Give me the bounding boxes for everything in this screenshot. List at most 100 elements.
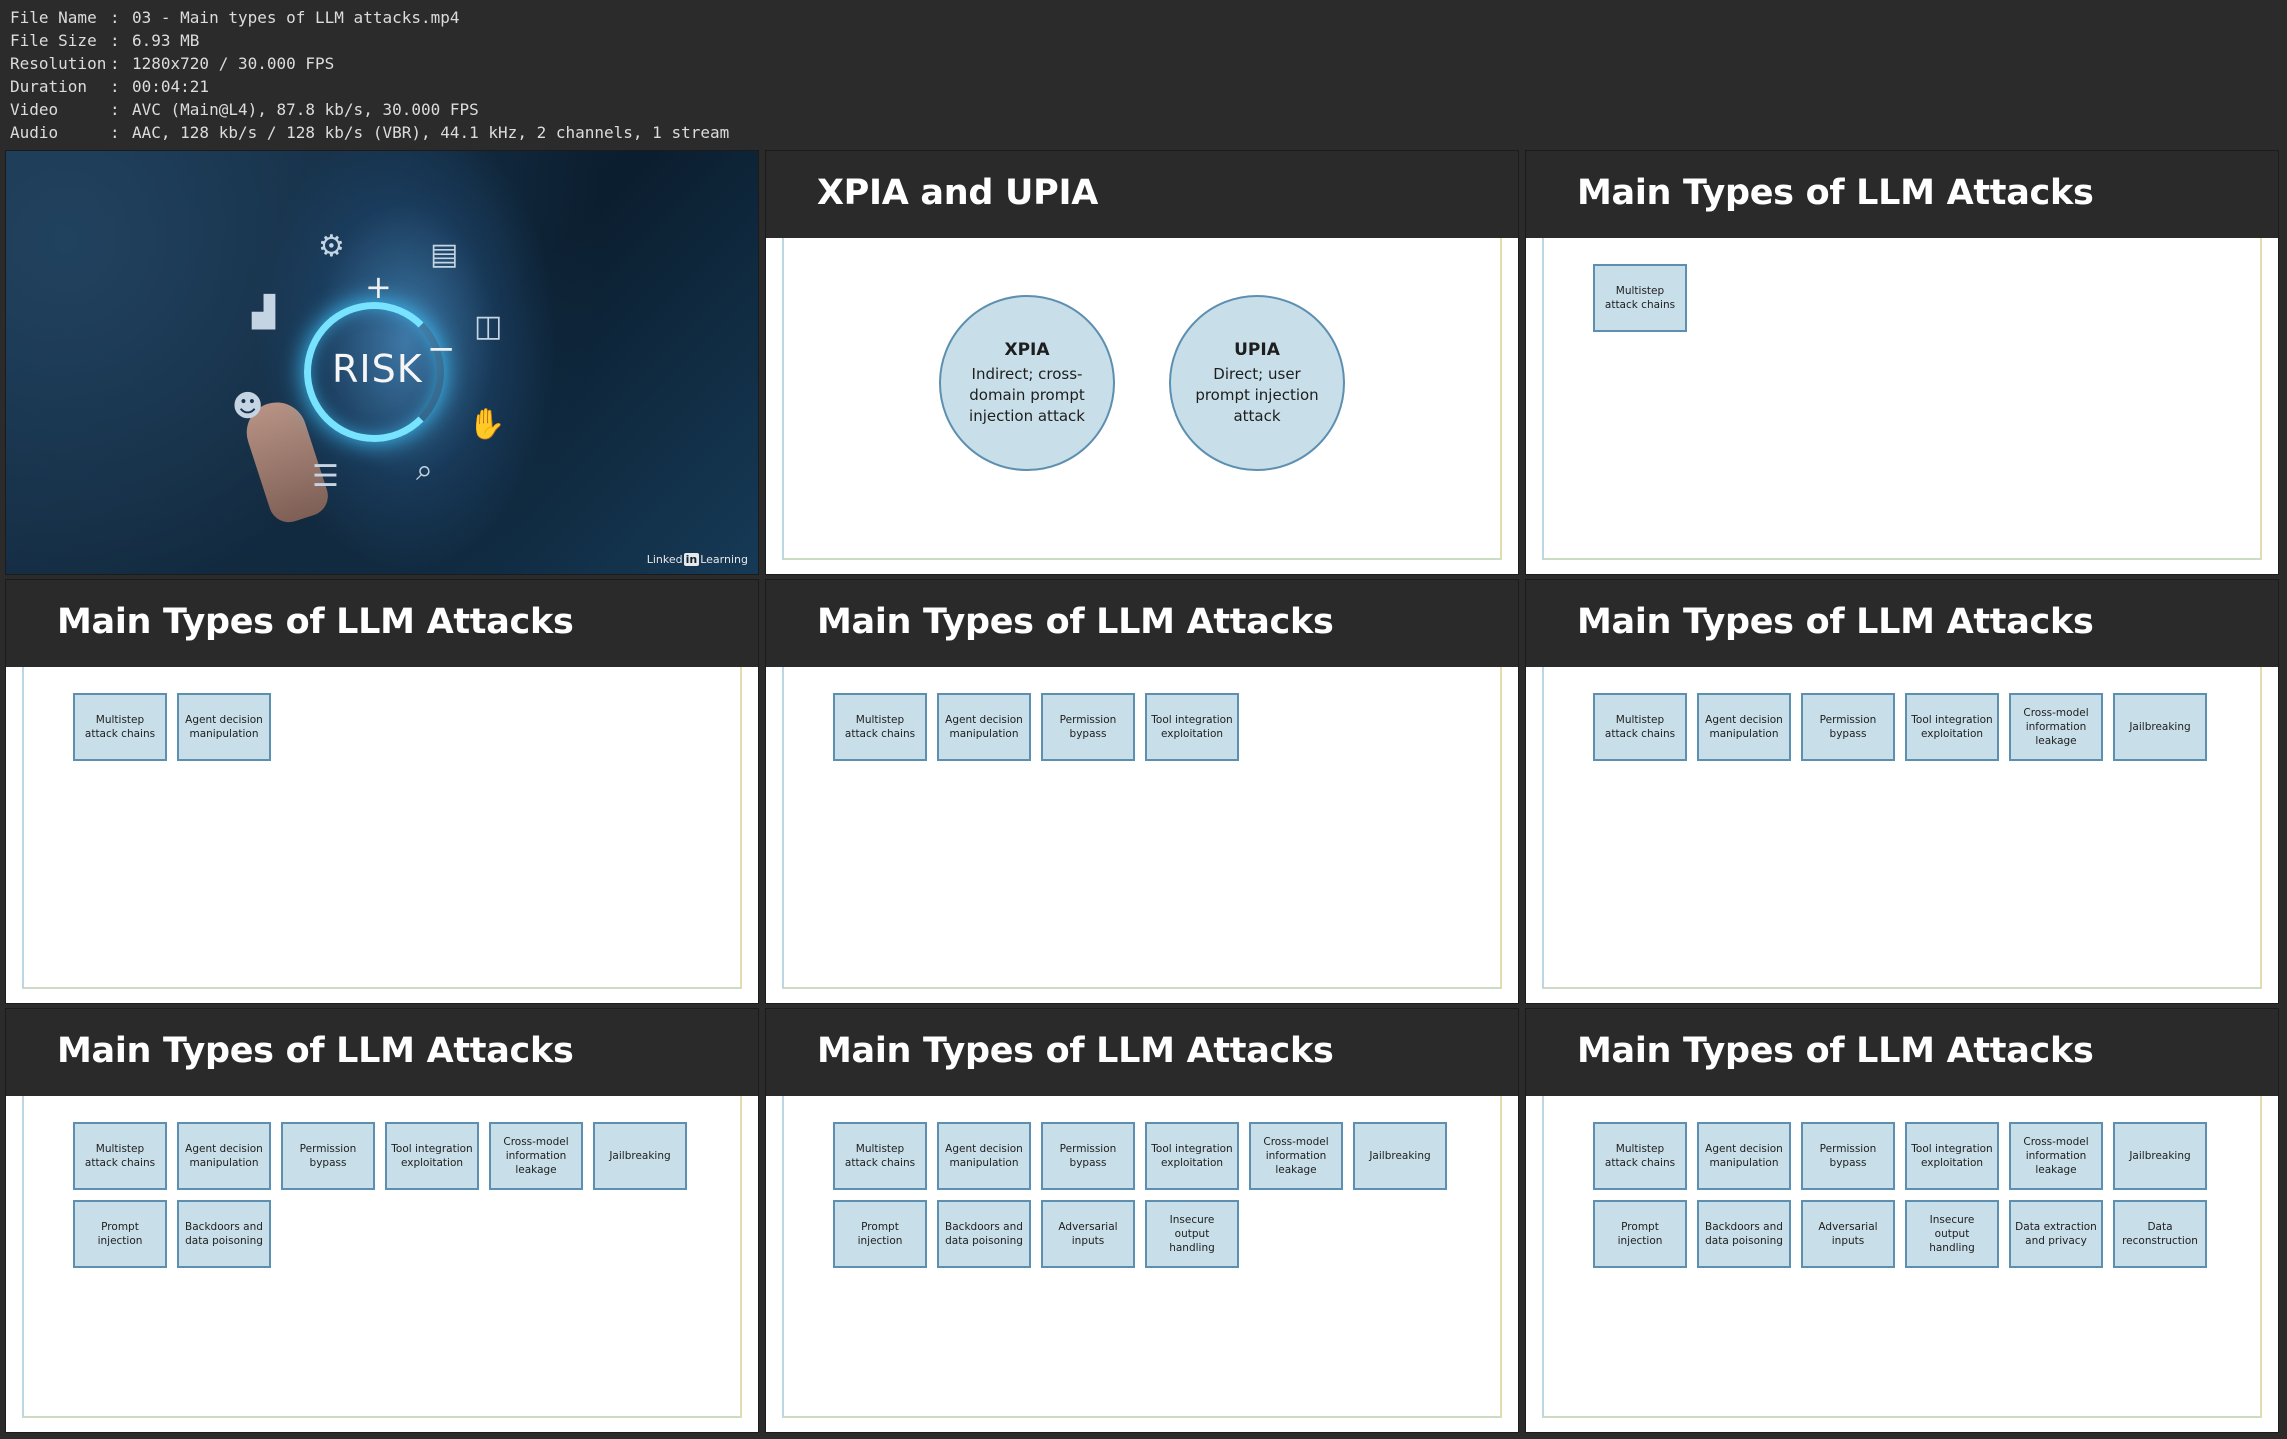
slide-title: Main Types of LLM Attacks — [1577, 602, 2094, 642]
attack-card: Agent decision manipulation — [937, 693, 1031, 761]
bar-chart-icon: ▟ — [252, 295, 276, 330]
attack-card: Jailbreaking — [2113, 1122, 2207, 1190]
handshake-icon: ✋ — [468, 407, 506, 442]
attack-card: Cross-model information leakage — [2009, 1122, 2103, 1190]
thumbnail-frame-3: Main Types of LLM Attacks Multistep attac… — [1525, 150, 2279, 575]
file-info-separator: : — [110, 77, 120, 96]
thumbnail-frame-8: Main Types of LLM Attacks Multistep attac… — [765, 1008, 1519, 1433]
thumbnail-frame-2: XPIA and UPIA XPIA Indirect; cross-domai… — [765, 150, 1519, 575]
attack-card: Data extraction and privacy — [2009, 1200, 2103, 1268]
file-info-panel: File Name:03 - Main types of LLM attacks… — [10, 6, 729, 144]
file-info-separator: : — [110, 31, 120, 50]
slide-title: Main Types of LLM Attacks — [57, 602, 574, 642]
slide-title: Main Types of LLM Attacks — [1577, 173, 2094, 213]
slide-title: Main Types of LLM Attacks — [57, 1031, 574, 1071]
thumbnail-frame-6: Main Types of LLM Attacks Multistep attac… — [1525, 579, 2279, 1004]
attack-card: Tool integration exploitation — [1145, 1122, 1239, 1190]
magnifier-icon: ⌕ — [416, 453, 433, 488]
file-info-label: Audio — [10, 123, 59, 142]
attack-card: Multistep attack chains — [1593, 1122, 1687, 1190]
attack-card: Agent decision manipulation — [937, 1122, 1031, 1190]
linkedin-learning-logo: Linked in Learning — [646, 553, 748, 566]
file-info-value: AVC (Main@L4), 87.8 kb/s, 30.000 FPS — [132, 100, 479, 119]
thumbnail-frame-5: Main Types of LLM Attacks Multistep attac… — [765, 579, 1519, 1004]
attack-card: Cross-model information leakage — [489, 1122, 583, 1190]
slide-title: Main Types of LLM Attacks — [817, 602, 1334, 642]
attack-card: Multistep attack chains — [833, 1122, 927, 1190]
thumbnail-grid: RISK + − ⚙ ▤ ▟ ◫ ☻ ✋ ☰ ⌕ Linked in Learnin… — [5, 150, 2281, 1433]
file-info-value: 1280x720 / 30.000 FPS — [132, 54, 335, 73]
attack-card: Data reconstruction — [2113, 1200, 2207, 1268]
attack-card: Tool integration exploitation — [1145, 693, 1239, 761]
people-icon: ☻ — [232, 389, 264, 424]
attack-card: Prompt injection — [1593, 1200, 1687, 1268]
attack-card: Insecure output handling — [1905, 1200, 1999, 1268]
attack-card: Cross-model information leakage — [1249, 1122, 1343, 1190]
file-info-row: Resolution:1280x720 / 30.000 FPS — [10, 52, 729, 75]
file-info-separator: : — [110, 123, 120, 142]
risk-text: RISK — [332, 347, 423, 391]
attack-card: Backdoors and data poisoning — [177, 1200, 271, 1268]
attack-card: Adversarial inputs — [1801, 1200, 1895, 1268]
attack-card: Permission bypass — [1041, 693, 1135, 761]
thumbnail-frame-9: Main Types of LLM Attacks Multistep attac… — [1525, 1008, 2279, 1433]
document-icon: ▤ — [430, 237, 459, 272]
attack-card: Permission bypass — [1041, 1122, 1135, 1190]
attack-card: Multistep attack chains — [73, 1122, 167, 1190]
attack-card: Permission bypass — [281, 1122, 375, 1190]
attack-card: Tool integration exploitation — [1905, 1122, 1999, 1190]
attack-card: Agent decision manipulation — [177, 1122, 271, 1190]
file-info-value: 6.93 MB — [132, 31, 200, 50]
thumbnail-frame-4: Main Types of LLM Attacks Multistep attac… — [5, 579, 759, 1004]
file-info-row: File Size:6.93 MB — [10, 29, 729, 52]
slide-title: Main Types of LLM Attacks — [1577, 1031, 2094, 1071]
file-info-label: File Name — [10, 8, 97, 27]
presentation-icon: ◫ — [474, 309, 503, 344]
checklist-icon: ☰ — [312, 459, 339, 494]
file-info-row: File Name:03 - Main types of LLM attacks… — [10, 6, 729, 29]
attack-card: Adversarial inputs — [1041, 1200, 1135, 1268]
plus-icon: + — [365, 268, 392, 306]
attack-card: Jailbreaking — [593, 1122, 687, 1190]
minus-icon: − — [427, 329, 456, 369]
attack-card: Agent decision manipulation — [1697, 1122, 1791, 1190]
attack-card: Cross-model information leakage — [2009, 693, 2103, 761]
attack-card: Permission bypass — [1801, 693, 1895, 761]
file-info-value: 00:04:21 — [132, 77, 210, 96]
attack-card: Jailbreaking — [1353, 1122, 1447, 1190]
file-info-value: 03 - Main types of LLM attacks.mp4 — [132, 8, 460, 27]
file-info-separator: : — [110, 100, 120, 119]
attack-card: Insecure output handling — [1145, 1200, 1239, 1268]
attack-card: Backdoors and data poisoning — [937, 1200, 1031, 1268]
xpia-circle: XPIA Indirect; cross-domain prompt injec… — [939, 295, 1115, 471]
attack-card: Prompt injection — [833, 1200, 927, 1268]
attack-card: Prompt injection — [73, 1200, 167, 1268]
thumbnail-frame-7: Main Types of LLM Attacks Multistep attac… — [5, 1008, 759, 1433]
slide-title: XPIA and UPIA — [817, 173, 1098, 213]
attack-card: Agent decision manipulation — [177, 693, 271, 761]
upia-circle: UPIA Direct; user prompt injection attac… — [1169, 295, 1345, 471]
file-info-row: Video: AVC (Main@L4), 87.8 kb/s, 30.000 F… — [10, 98, 729, 121]
file-info-separator: : — [110, 8, 120, 27]
attack-card: Tool integration exploitation — [1905, 693, 1999, 761]
thumbnail-frame-1: RISK + − ⚙ ▤ ▟ ◫ ☻ ✋ ☰ ⌕ Linked in Learnin… — [5, 150, 759, 575]
attack-card: Backdoors and data poisoning — [1697, 1200, 1791, 1268]
attack-card: Multistep attack chains — [1593, 264, 1687, 332]
file-info-label: File Size — [10, 31, 97, 50]
file-info-row: Duration:00:04:21 — [10, 75, 729, 98]
file-info-label: Video — [10, 100, 59, 119]
file-info-value: AAC, 128 kb/s / 128 kb/s (VBR), 44.1 kHz… — [132, 123, 730, 142]
attack-card: Jailbreaking — [2113, 693, 2207, 761]
slide-title: Main Types of LLM Attacks — [817, 1031, 1334, 1071]
file-info-label: Resolution — [10, 54, 107, 73]
content-box — [782, 238, 1502, 560]
file-info-label: Duration — [10, 77, 88, 96]
gear-icon: ⚙ — [318, 229, 345, 264]
attack-card: Multistep attack chains — [833, 693, 927, 761]
attack-card: Multistep attack chains — [73, 693, 167, 761]
attack-card: Tool integration exploitation — [385, 1122, 479, 1190]
attack-card: Permission bypass — [1801, 1122, 1895, 1190]
attack-card: Multistep attack chains — [1593, 693, 1687, 761]
file-info-row: Audio: AAC, 128 kb/s / 128 kb/s (VBR), 44… — [10, 121, 729, 144]
file-info-separator: : — [110, 54, 120, 73]
